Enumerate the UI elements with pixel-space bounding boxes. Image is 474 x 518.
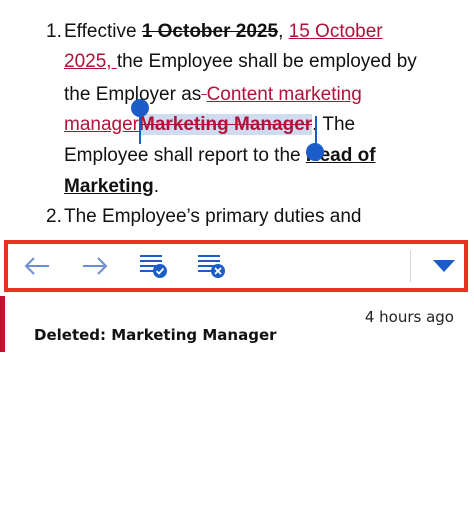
next-change-icon	[83, 257, 108, 275]
deleted-text[interactable]: 1 October 2025	[142, 21, 278, 42]
change-timestamp: 4 hours ago	[364, 308, 454, 326]
inserted-text[interactable]: 15 October	[289, 21, 383, 42]
list-number-2: 2.	[46, 206, 62, 227]
document-body[interactable]: 1. Effective 1 October 2025, 15 October …	[0, 0, 474, 238]
selection-end-handle[interactable]	[306, 143, 324, 161]
text-run: .	[153, 176, 160, 197]
doc-line-1: Effective 1 October 2025, 15 October	[64, 17, 383, 47]
accept-change-icon	[140, 255, 167, 278]
expand-dropdown-icon	[433, 260, 455, 272]
selection-start-handle[interactable]	[131, 99, 149, 117]
next-change-button[interactable]	[66, 244, 124, 288]
change-description: Deleted: Marketing Manager	[34, 326, 277, 344]
list-number-1: 1.	[46, 21, 62, 42]
doc-line-3: the Employer as Content marketing	[64, 80, 362, 110]
doc-line-7: The Employee’s primary duties and	[64, 202, 361, 232]
doc-line-2: 2025, the Employee shall be employed by	[64, 47, 417, 77]
reject-change-icon	[198, 255, 225, 278]
inserted-text[interactable]: Content marketing	[207, 84, 362, 105]
inserted-text[interactable]: 2025,	[64, 51, 117, 72]
text-run: ,	[278, 21, 289, 42]
previous-change-icon	[24, 257, 49, 275]
toolbar-divider	[410, 250, 411, 282]
reject-change-button[interactable]	[182, 244, 240, 288]
text-run: . The	[312, 114, 356, 135]
change-marker	[0, 296, 5, 352]
text-run: Effective	[64, 21, 142, 42]
expand-dropdown-button[interactable]	[420, 244, 468, 288]
accept-change-button[interactable]	[124, 244, 182, 288]
track-changes-toolbar	[4, 240, 468, 292]
doc-line-6: Marketing.	[64, 172, 159, 202]
doc-line-4: managerMarketing Manager. The	[64, 110, 355, 140]
text-run: Employee shall report to the	[64, 145, 306, 166]
inserted-text[interactable]: manager	[64, 114, 139, 135]
previous-change-button[interactable]	[8, 244, 66, 288]
selected-deleted-text[interactable]: Marketing Manager	[139, 114, 313, 135]
change-details-panel: 4 hours ago Deleted: Marketing Manager	[0, 296, 474, 518]
text-run: The Employee’s primary duties and	[64, 206, 362, 227]
doc-line-5: Employee shall report to the Head of	[64, 141, 376, 171]
text-run: the Employee shall be employed by	[116, 51, 417, 72]
bold-text: Marketing	[64, 176, 154, 197]
